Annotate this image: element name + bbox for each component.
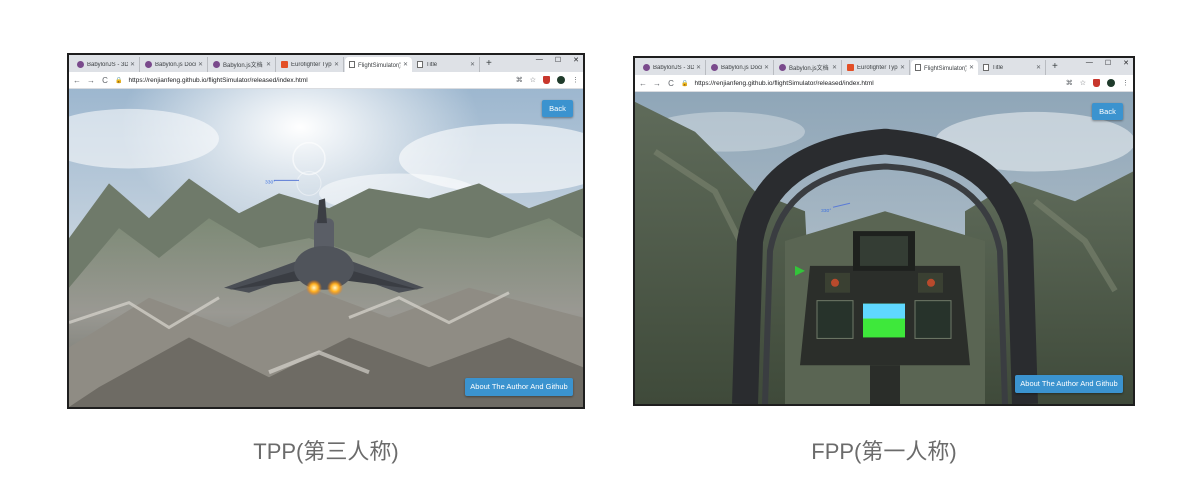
close-tab-icon[interactable]: ✕ — [900, 64, 905, 71]
browser-tab[interactable]: BabylonJS - 3D engi✕ — [73, 57, 140, 72]
lock-icon[interactable]: 🔒 — [681, 80, 688, 87]
back-arrow-icon[interactable]: ← — [73, 76, 81, 85]
game-viewport[interactable]: 330° Back About The Author And Github — [69, 89, 583, 407]
browser-tab[interactable]: Eurofighter Typhoo✕ — [843, 60, 910, 75]
forward-arrow-icon[interactable]: → — [653, 79, 661, 88]
document-icon — [915, 64, 921, 71]
about-author-github-button[interactable]: About The Author And Github — [465, 378, 573, 396]
tpp-screenshot: BabylonJS - 3D engi✕ Babylon.js Documen✕… — [67, 53, 585, 409]
browser-tab[interactable]: Title ✕ — [413, 57, 480, 72]
close-window-icon[interactable]: ✕ — [573, 56, 579, 64]
browser-tab-bar: BabylonJS - 3D engi✕ Babylon.js Documen✕… — [69, 55, 583, 72]
back-arrow-icon[interactable]: ← — [639, 79, 647, 88]
window-controls: — ☐ ✕ — [536, 56, 579, 64]
close-tab-icon[interactable]: ✕ — [969, 64, 974, 71]
close-tab-icon[interactable]: ✕ — [266, 61, 271, 68]
extension-shield-icon[interactable] — [543, 76, 550, 84]
maximize-icon[interactable]: ☐ — [1105, 59, 1111, 67]
document-icon — [417, 61, 423, 68]
lock-icon[interactable]: 🔒 — [115, 77, 122, 84]
close-window-icon[interactable]: ✕ — [1123, 59, 1129, 67]
babylon-icon — [643, 64, 650, 71]
close-tab-icon[interactable]: ✕ — [832, 64, 837, 71]
minimize-icon[interactable]: — — [536, 56, 543, 64]
translate-icon[interactable]: ⌘ — [516, 76, 523, 84]
address-bar[interactable]: https://renjianfeng.github.io/flightSimu… — [128, 77, 509, 84]
menu-dots-icon[interactable]: ⋮ — [572, 76, 579, 84]
close-tab-icon[interactable]: ✕ — [130, 61, 135, 68]
close-tab-icon[interactable]: ✕ — [470, 61, 475, 68]
game-viewport[interactable]: 330° Back About The Author And Github — [635, 92, 1133, 404]
menu-dots-icon[interactable]: ⋮ — [1122, 79, 1129, 87]
tpp-caption: TPP(第三人称) — [253, 439, 399, 464]
about-author-github-button[interactable]: About The Author And Github — [1015, 375, 1123, 393]
close-tab-icon[interactable]: ✕ — [403, 61, 408, 68]
babylon-icon — [711, 64, 718, 71]
babylon-icon — [77, 61, 84, 68]
hud-heading-label: 330° — [821, 208, 831, 214]
close-tab-icon[interactable]: ✕ — [764, 64, 769, 71]
browser-tab[interactable]: Babylon.js Documen✕ — [141, 57, 208, 72]
babylon-icon — [779, 64, 786, 71]
document-icon — [349, 61, 355, 68]
browser-tab-active[interactable]: FlightSimulator(第一✕ — [911, 60, 978, 75]
fpp-scene: 330° — [635, 92, 1133, 404]
close-tab-icon[interactable]: ✕ — [1036, 64, 1041, 71]
bookmark-star-icon[interactable]: ☆ — [1080, 79, 1086, 87]
browser-toolbar: ← → C 🔒 https://renjianfeng.github.io/fl… — [635, 75, 1133, 92]
back-button[interactable]: Back — [542, 100, 573, 117]
browser-tab-active[interactable]: FlightSimulator(第三✕ — [345, 57, 412, 72]
tpp-scene: 330° — [69, 89, 583, 407]
browser-tab-bar: BabylonJS - 3D engi✕ Babylon.js Documen✕… — [635, 58, 1133, 75]
profile-avatar[interactable] — [1107, 79, 1115, 87]
close-tab-icon[interactable]: ✕ — [696, 64, 701, 71]
document-icon — [983, 64, 989, 71]
browser-tab[interactable]: Babylon.js Documen✕ — [707, 60, 774, 75]
extension-shield-icon[interactable] — [1093, 79, 1100, 87]
forward-arrow-icon[interactable]: → — [87, 76, 95, 85]
minimize-icon[interactable]: — — [1086, 59, 1093, 67]
reload-icon[interactable]: C — [667, 79, 675, 88]
new-tab-button[interactable]: + — [481, 57, 497, 72]
html5-icon — [847, 64, 854, 71]
bookmark-star-icon[interactable]: ☆ — [530, 76, 536, 84]
browser-tab[interactable]: BabylonJS - 3D engi✕ — [639, 60, 706, 75]
hud-heading-label: 330° — [265, 179, 275, 185]
back-button[interactable]: Back — [1092, 103, 1123, 120]
fpp-screenshot: BabylonJS - 3D engi✕ Babylon.js Documen✕… — [633, 56, 1135, 406]
address-bar[interactable]: https://renjianfeng.github.io/flightSimu… — [694, 80, 1059, 87]
browser-tab[interactable]: Eurofighter Typhoo✕ — [277, 57, 344, 72]
browser-tab[interactable]: Babylon.js文档 ✕ — [775, 60, 842, 75]
profile-avatar[interactable] — [557, 76, 565, 84]
new-tab-button[interactable]: + — [1047, 60, 1063, 75]
translate-icon[interactable]: ⌘ — [1066, 79, 1073, 87]
reload-icon[interactable]: C — [101, 76, 109, 85]
close-tab-icon[interactable]: ✕ — [198, 61, 203, 68]
browser-tab[interactable]: Title ✕ — [979, 60, 1046, 75]
window-controls: — ☐ ✕ — [1086, 59, 1129, 67]
babylon-icon — [145, 61, 152, 68]
maximize-icon[interactable]: ☐ — [555, 56, 561, 64]
browser-toolbar: ← → C 🔒 https://renjianfeng.github.io/fl… — [69, 72, 583, 89]
html5-icon — [281, 61, 288, 68]
close-tab-icon[interactable]: ✕ — [334, 61, 339, 68]
browser-tab[interactable]: Babylon.js文档 ✕ — [209, 57, 276, 72]
babylon-icon — [213, 61, 220, 68]
fpp-caption: FPP(第一人称) — [811, 439, 957, 464]
